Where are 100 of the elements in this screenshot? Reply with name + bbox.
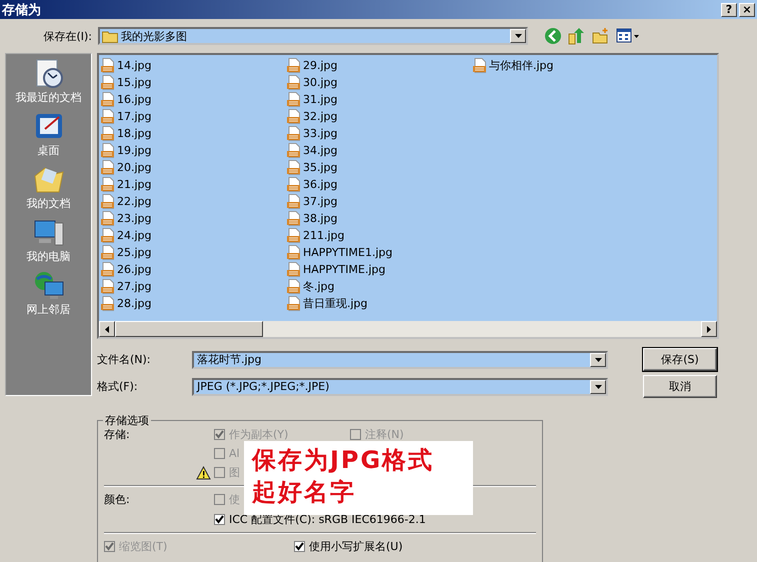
cancel-button[interactable]: 取消 bbox=[643, 375, 717, 398]
jpg-file-icon bbox=[287, 109, 301, 124]
checkbox-label: 作为副本(Y) bbox=[229, 427, 288, 442]
jpg-file-icon bbox=[287, 58, 301, 73]
jpg-file-icon bbox=[101, 126, 115, 141]
file-name[interactable]: 21.jpg bbox=[117, 178, 152, 191]
file-name[interactable]: 18.jpg bbox=[117, 127, 152, 140]
jpg-file-icon bbox=[287, 211, 301, 226]
file-name[interactable]: 27.jpg bbox=[117, 280, 152, 293]
color-label: 颜色: bbox=[104, 492, 131, 508]
jpg-file-icon bbox=[101, 296, 115, 311]
dropdown-arrow-icon[interactable] bbox=[594, 384, 602, 388]
file-name[interactable]: 与你相伴.jpg bbox=[489, 58, 554, 73]
jpg-file-icon bbox=[101, 211, 115, 226]
jpg-file-icon bbox=[101, 228, 115, 243]
file-name[interactable]: HAPPYTIME1.jpg bbox=[303, 246, 392, 259]
jpg-file-icon bbox=[287, 194, 301, 209]
file-name[interactable]: 22.jpg bbox=[117, 195, 152, 208]
group-title: 存储选项 bbox=[103, 413, 151, 428]
jpg-file-icon bbox=[101, 109, 115, 124]
file-name[interactable]: 20.jpg bbox=[117, 161, 152, 174]
jpg-file-icon bbox=[101, 58, 115, 73]
format-dropdown[interactable]: JPEG (*.JPG;*.JPEG;*.JPE) bbox=[192, 378, 608, 396]
jpg-file-icon bbox=[287, 75, 301, 90]
jpg-file-icon bbox=[287, 177, 301, 192]
places-item[interactable]: 桌面 bbox=[32, 111, 64, 158]
checkbox-label: 使 bbox=[229, 492, 240, 507]
window-title: 存储为 bbox=[2, 2, 41, 18]
places-item[interactable]: 我的文档 bbox=[26, 164, 70, 211]
file-name[interactable]: HAPPYTIME.jpg bbox=[303, 263, 386, 276]
file-name[interactable]: 19.jpg bbox=[117, 144, 152, 157]
file-name[interactable]: 14.jpg bbox=[117, 59, 152, 72]
jpg-file-icon bbox=[101, 262, 115, 277]
file-name[interactable]: 26.jpg bbox=[117, 263, 152, 276]
scroll-left-icon[interactable] bbox=[105, 326, 109, 332]
save-button[interactable]: 保存(S) bbox=[643, 348, 717, 371]
dropdown-arrow-icon[interactable] bbox=[514, 34, 522, 38]
jpg-file-icon bbox=[287, 296, 301, 311]
back-icon[interactable] bbox=[544, 27, 562, 45]
places-item[interactable]: 我的电脑 bbox=[26, 217, 70, 264]
places-item[interactable]: 网上邻居 bbox=[26, 270, 70, 317]
file-name[interactable]: 36.jpg bbox=[303, 178, 338, 191]
file-name[interactable]: 30.jpg bbox=[303, 76, 338, 89]
jpg-file-icon bbox=[101, 92, 115, 107]
jpg-file-icon bbox=[287, 262, 301, 277]
jpg-file-icon bbox=[473, 58, 487, 73]
jpg-file-icon bbox=[287, 228, 301, 243]
file-name[interactable]: 28.jpg bbox=[117, 297, 152, 310]
jpg-file-icon bbox=[101, 160, 115, 175]
jpg-file-icon bbox=[101, 279, 115, 294]
folder-icon bbox=[102, 30, 118, 42]
checkbox[interactable] bbox=[294, 541, 305, 552]
jpg-file-icon bbox=[287, 245, 301, 260]
file-name[interactable]: 37.jpg bbox=[303, 195, 338, 208]
checkbox[interactable] bbox=[214, 514, 225, 525]
checkbox-label: 图 bbox=[229, 465, 240, 480]
file-name[interactable]: 35.jpg bbox=[303, 161, 338, 174]
jpg-file-icon bbox=[101, 245, 115, 260]
location-dropdown[interactable]: 我的光影多图 bbox=[98, 27, 528, 45]
file-name[interactable]: 38.jpg bbox=[303, 212, 338, 225]
jpg-file-icon bbox=[287, 279, 301, 294]
scroll-right-icon[interactable] bbox=[707, 326, 711, 332]
checkbox-label: 使用小写扩展名(U) bbox=[309, 539, 403, 554]
file-name[interactable]: 23.jpg bbox=[117, 212, 152, 225]
help-button[interactable]: ? bbox=[721, 2, 737, 16]
file-name[interactable]: 34.jpg bbox=[303, 144, 338, 157]
horizontal-scrollbar[interactable] bbox=[99, 321, 717, 337]
file-name[interactable]: 24.jpg bbox=[117, 229, 152, 242]
file-name[interactable]: 33.jpg bbox=[303, 127, 338, 140]
filename-field[interactable]: 落花时节.jpg bbox=[192, 350, 608, 368]
filename-label: 文件名(N): bbox=[97, 352, 152, 367]
file-name[interactable]: 29.jpg bbox=[303, 59, 338, 72]
file-name[interactable]: 冬.jpg bbox=[303, 279, 335, 294]
view-menu-icon[interactable] bbox=[616, 28, 640, 44]
places-item[interactable]: 我最近的文档 bbox=[16, 58, 82, 105]
close-button[interactable]: × bbox=[739, 2, 755, 16]
checkbox-label: 缩览图(T) bbox=[119, 539, 168, 554]
jpg-file-icon bbox=[287, 160, 301, 175]
jpg-file-icon bbox=[287, 92, 301, 107]
file-name[interactable]: 17.jpg bbox=[117, 110, 152, 123]
jpg-file-icon bbox=[101, 75, 115, 90]
file-name[interactable]: 昔日重现.jpg bbox=[303, 296, 368, 311]
jpg-file-icon bbox=[101, 143, 115, 158]
file-name[interactable]: 16.jpg bbox=[117, 93, 152, 106]
jpg-file-icon bbox=[287, 126, 301, 141]
file-name[interactable]: 211.jpg bbox=[303, 229, 345, 242]
file-name[interactable]: 25.jpg bbox=[117, 246, 152, 259]
checkbox-label: 注释(N) bbox=[365, 427, 404, 442]
network-computer-icon bbox=[32, 270, 64, 302]
format-label: 格式(F): bbox=[97, 379, 139, 394]
jpg-file-icon bbox=[101, 194, 115, 209]
file-name[interactable]: 31.jpg bbox=[303, 93, 338, 106]
location-label: 保存在(I): bbox=[42, 28, 93, 44]
file-name[interactable]: 15.jpg bbox=[117, 76, 152, 89]
file-name[interactable]: 32.jpg bbox=[303, 110, 338, 123]
save-label: 存储: bbox=[104, 427, 131, 443]
checkbox-label: Al bbox=[229, 447, 240, 460]
dropdown-arrow-icon[interactable] bbox=[594, 358, 602, 362]
annotation-callout: 保存为JPG格式 起好名字 bbox=[244, 441, 473, 515]
jpg-file-icon bbox=[101, 177, 115, 192]
